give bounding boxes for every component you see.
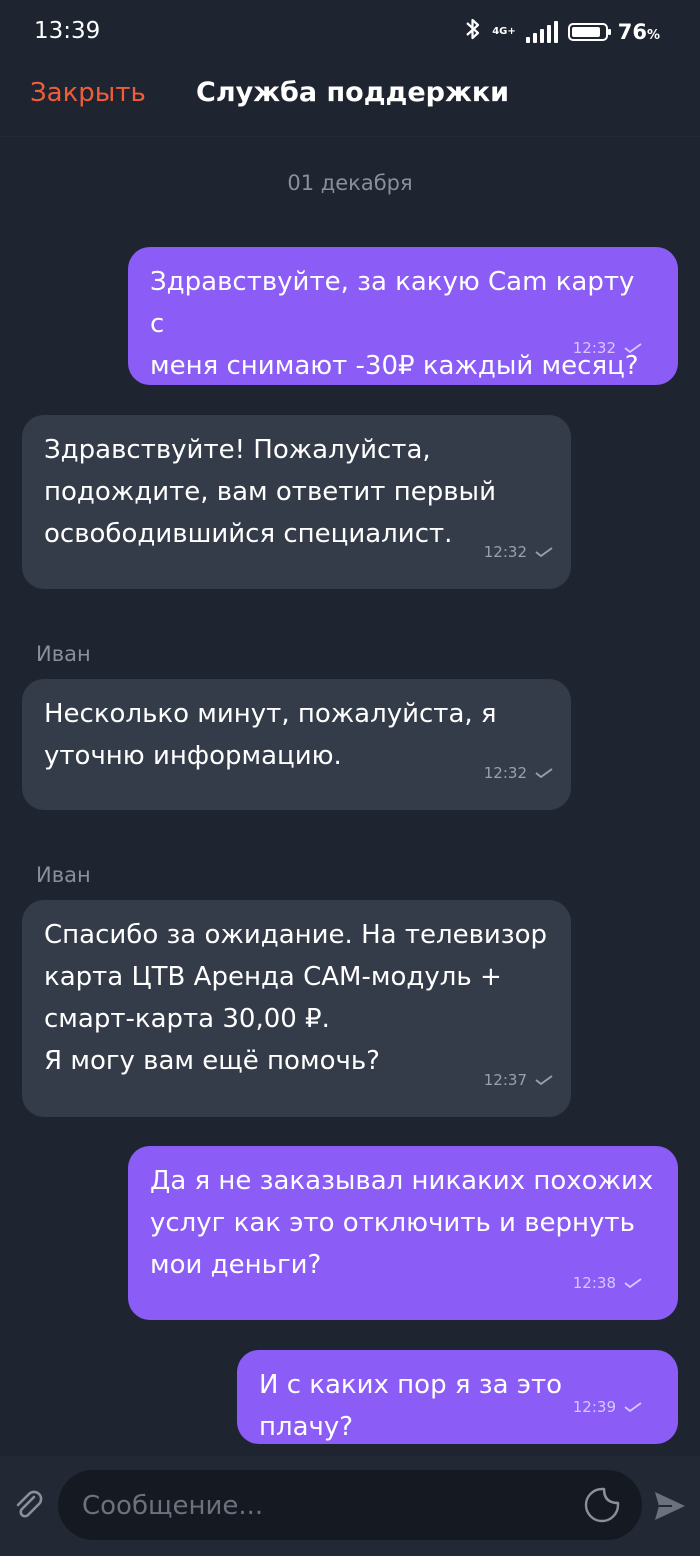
message-time: 12:39 <box>572 1398 616 1416</box>
send-icon[interactable] <box>652 1488 688 1524</box>
status-time: 13:39 <box>34 18 101 44</box>
message-meta: 12:32 <box>484 752 553 794</box>
message-meta: 12:38 <box>573 1262 642 1304</box>
check-icon <box>535 547 553 557</box>
sender-name: Иван <box>36 863 91 887</box>
sticker-icon[interactable] <box>584 1487 620 1523</box>
message-meta: 12:37 <box>484 1059 553 1101</box>
message-field <box>58 1470 642 1542</box>
message-list[interactable]: 01 декабря Здравствуйте, за какую Cam ка… <box>0 137 700 1455</box>
sender-name: Иван <box>36 642 91 666</box>
battery-percent: 76% <box>617 19 660 44</box>
message-text: Спасибо за ожидание. На телевизор карта … <box>44 920 548 1076</box>
status-bar: 13:39 4G+ 76% <box>0 0 700 64</box>
close-button[interactable]: Закрыть <box>30 78 146 108</box>
status-icons: 4G+ 76% <box>464 17 660 46</box>
check-icon <box>624 1402 642 1412</box>
paperclip-icon[interactable] <box>12 1488 46 1522</box>
check-icon <box>535 1075 553 1085</box>
check-icon <box>535 768 553 778</box>
message-bubble-outgoing[interactable]: И с каких пор я за это плачу? 12:39 <box>237 1350 678 1444</box>
bluetooth-icon <box>464 17 482 46</box>
message-bubble-incoming[interactable]: Несколько минут, пожалуйста, я уточню ин… <box>22 679 571 810</box>
message-bubble-outgoing[interactable]: Здравствуйте, за какую Cam карту с меня … <box>128 247 678 385</box>
composer-bar <box>0 1456 700 1556</box>
chat-header: Закрыть Служба поддержки <box>0 64 700 137</box>
date-separator: 01 декабря <box>287 171 413 195</box>
message-bubble-incoming[interactable]: Спасибо за ожидание. На телевизор карта … <box>22 900 571 1117</box>
message-time: 12:32 <box>572 339 616 357</box>
message-time: 12:38 <box>572 1274 616 1292</box>
message-bubble-incoming[interactable]: Здравствуйте! Пожалуйста, подождите, вам… <box>22 415 571 589</box>
message-text: Здравствуйте! Пожалуйста, подождите, вам… <box>44 435 496 549</box>
check-icon <box>624 1278 642 1288</box>
network-type: 4G+ <box>492 25 516 37</box>
message-meta: 12:32 <box>573 327 642 369</box>
message-time: 12:32 <box>483 764 527 782</box>
message-input[interactable] <box>80 1470 564 1542</box>
signal-icon <box>525 20 558 43</box>
page-title: Служба поддержки <box>196 77 510 108</box>
battery-icon <box>567 22 611 41</box>
message-time: 12:32 <box>483 543 527 561</box>
message-time: 12:37 <box>483 1071 527 1089</box>
message-meta: 12:39 <box>573 1386 642 1428</box>
message-bubble-outgoing[interactable]: Да я не заказывал никаких похожих услуг … <box>128 1146 678 1320</box>
message-meta: 12:32 <box>484 531 553 573</box>
message-text: Несколько минут, пожалуйста, я уточню ин… <box>44 699 497 771</box>
check-icon <box>624 343 642 353</box>
